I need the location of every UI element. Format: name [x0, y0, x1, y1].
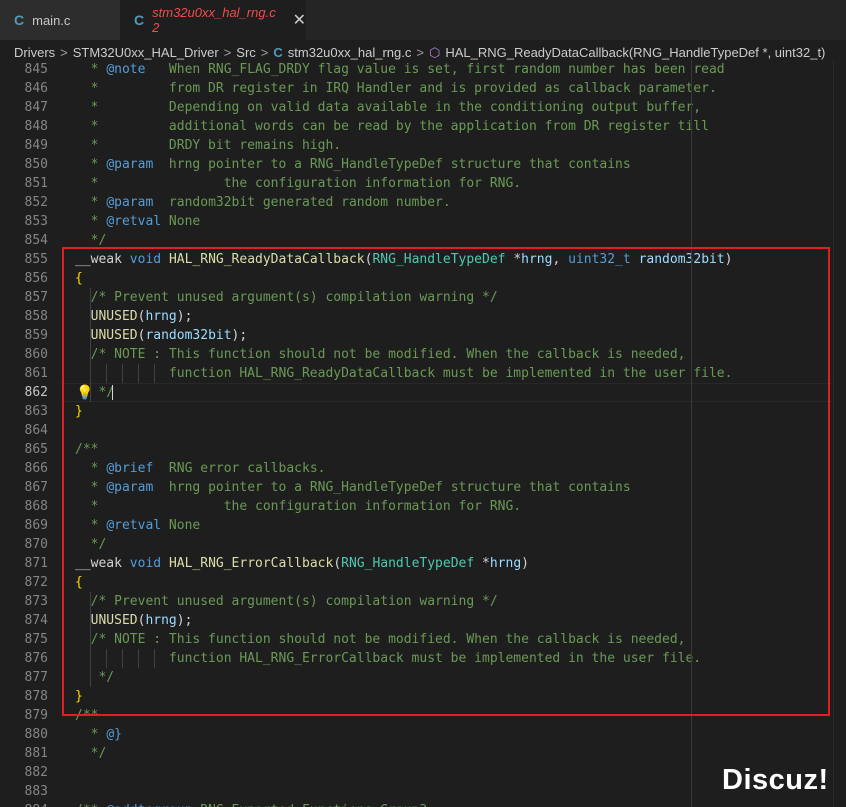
line-number: 863 — [24, 404, 48, 419]
breadcrumb-separator: > — [223, 45, 232, 60]
code-line[interactable]: 852 * @param random32bit generated rando… — [0, 193, 846, 212]
code-text: /** @addtogroup RNG_Exported_Functions_G… — [75, 801, 427, 807]
breadcrumb-item-drivers[interactable]: Drivers — [14, 45, 55, 60]
discuz-watermark: Discuz! — [722, 764, 829, 796]
breadcrumb-item-hal-driver[interactable]: STM32U0xx_HAL_Driver — [73, 45, 219, 60]
line-number: 852 — [24, 195, 48, 210]
code-line[interactable]: 848 * additional words can be read by th… — [0, 117, 846, 136]
close-icon[interactable]: ✕ — [293, 10, 306, 30]
vertical-scrollbar[interactable] — [833, 60, 846, 807]
line-number: 861 — [24, 366, 48, 381]
line-number: 859 — [24, 328, 48, 343]
tab-stm32u0xx-hal-rng-c[interactable]: C stm32u0xx_hal_rng.c 2 ✕ — [120, 0, 306, 40]
line-number: 866 — [24, 461, 48, 476]
code-text: * DRDY bit remains high. — [75, 138, 342, 153]
code-text: * @param random32bit generated random nu… — [75, 195, 451, 210]
line-number: 854 — [24, 233, 48, 248]
code-line[interactable]: 850 * @param hrng pointer to a RNG_Handl… — [0, 155, 846, 174]
line-number: 877 — [24, 670, 48, 685]
line-number: 860 — [24, 347, 48, 362]
line-number: 862 — [24, 385, 48, 400]
code-line[interactable]: 882 — [0, 763, 846, 782]
code-line[interactable]: 881 */ — [0, 744, 846, 763]
line-number: 879 — [24, 708, 48, 723]
c-file-icon: C — [134, 12, 145, 28]
line-number: 855 — [24, 252, 48, 267]
line-number: 872 — [24, 575, 48, 590]
tab-main-c[interactable]: C main.c — [0, 0, 120, 40]
code-line[interactable]: 880 * @} — [0, 725, 846, 744]
line-number: 873 — [24, 594, 48, 609]
breadcrumb-separator: > — [60, 45, 68, 60]
code-text: * the configuration information for RNG. — [75, 176, 522, 191]
code-text: * @} — [75, 727, 122, 742]
breadcrumb-item-symbol[interactable]: HAL_RNG_ReadyDataCallback(RNG_HandleType… — [445, 45, 825, 60]
line-number: 883 — [24, 784, 48, 799]
line-number: 851 — [24, 176, 48, 191]
c-file-icon: C — [14, 12, 25, 28]
line-number: 884 — [0, 801, 48, 807]
code-text: * additional words can be read by the ap… — [75, 119, 709, 134]
line-number: 870 — [24, 537, 48, 552]
tab-bar: C main.c C stm32u0xx_hal_rng.c 2 ✕ — [0, 0, 846, 40]
line-number: 880 — [24, 727, 48, 742]
line-number: 856 — [24, 271, 48, 286]
line-number: 865 — [24, 442, 48, 457]
line-number: 845 — [24, 62, 48, 77]
code-text: * from DR register in IRQ Handler and is… — [75, 81, 717, 96]
tab-label: stm32u0xx_hal_rng.c 2 — [152, 5, 276, 35]
line-number: 858 — [24, 309, 48, 324]
breadcrumb-separator: > — [260, 45, 269, 60]
annotation-highlight-box — [62, 247, 830, 716]
code-line[interactable]: 851 * the configuration information for … — [0, 174, 846, 193]
breadcrumb-separator: > — [416, 45, 424, 60]
code-line[interactable]: 847 * Depending on valid data available … — [0, 98, 846, 117]
code-text: */ — [75, 746, 107, 761]
line-number: 864 — [24, 423, 48, 438]
line-number: 868 — [24, 499, 48, 514]
line-number: 847 — [24, 100, 48, 115]
code-line[interactable]: 845 * @note When RNG_FLAG_DRDY flag valu… — [0, 60, 846, 79]
line-number: 850 — [24, 157, 48, 172]
line-number: 882 — [24, 765, 48, 780]
line-number: 867 — [24, 480, 48, 495]
line-number: 875 — [24, 632, 48, 647]
line-number: 871 — [24, 556, 48, 571]
code-line[interactable]: 883 — [0, 782, 846, 801]
code-text: * @param hrng pointer to a RNG_HandleTyp… — [75, 157, 631, 172]
code-line[interactable]: 884 /** @addtogroup RNG_Exported_Function… — [0, 801, 846, 807]
line-number: 849 — [24, 138, 48, 153]
line-number: 846 — [24, 81, 48, 96]
code-text: * @retval None — [75, 214, 201, 229]
tab-label: main.c — [32, 12, 71, 28]
code-text: * @note When RNG_FLAG_DRDY flag value is… — [75, 62, 725, 77]
line-number: 853 — [24, 214, 48, 229]
line-number: 874 — [24, 613, 48, 628]
code-line[interactable]: 853 * @retval None — [0, 212, 846, 231]
line-number: 857 — [24, 290, 48, 305]
breadcrumb-item-src[interactable]: Src — [236, 45, 256, 60]
line-number: 848 — [24, 119, 48, 134]
breadcrumb-item-file[interactable]: stm32u0xx_hal_rng.c — [288, 45, 412, 60]
code-line[interactable]: 849 * DRDY bit remains high. — [0, 136, 846, 155]
code-line[interactable]: 846 * from DR register in IRQ Handler an… — [0, 79, 846, 98]
line-number: 881 — [24, 746, 48, 761]
function-symbol-icon: ⬡ — [428, 44, 441, 60]
line-number: 878 — [24, 689, 48, 704]
code-text: * Depending on valid data available in t… — [75, 100, 702, 115]
c-file-icon: C — [273, 45, 283, 60]
line-number: 876 — [24, 651, 48, 666]
line-number: 869 — [24, 518, 48, 533]
